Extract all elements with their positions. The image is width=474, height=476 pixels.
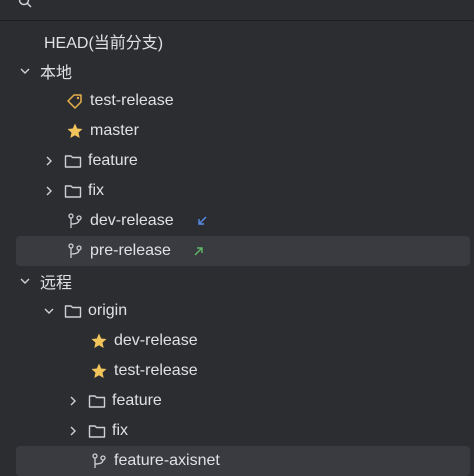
star-icon bbox=[90, 332, 108, 350]
local-branch-master[interactable]: master bbox=[0, 116, 474, 146]
incoming-arrow-icon bbox=[196, 215, 208, 227]
star-icon bbox=[66, 122, 84, 140]
local-branch-test-release[interactable]: test-release bbox=[0, 86, 474, 116]
remote-branch-feature-axisnet[interactable]: feature-axisnet bbox=[0, 446, 474, 476]
local-folder-feature[interactable]: feature bbox=[0, 146, 474, 176]
remote-origin[interactable]: origin bbox=[0, 296, 474, 326]
remote-folder-fix[interactable]: fix bbox=[0, 416, 474, 446]
branch-label: pre-release bbox=[90, 242, 171, 259]
chevron-right-icon[interactable] bbox=[42, 184, 56, 198]
chevron-down-icon[interactable] bbox=[42, 304, 56, 318]
toolbar bbox=[0, 0, 474, 21]
branch-icon bbox=[66, 212, 84, 230]
search-icon[interactable] bbox=[18, 0, 32, 8]
branch-label: feature-axisnet bbox=[114, 452, 220, 469]
folder-label: fix bbox=[112, 422, 128, 439]
chevron-down-icon[interactable] bbox=[18, 64, 32, 78]
folder-icon bbox=[64, 302, 82, 320]
local-folder-fix[interactable]: fix bbox=[0, 176, 474, 206]
branch-icon bbox=[90, 452, 108, 470]
branch-label: dev-release bbox=[90, 212, 174, 229]
folder-icon bbox=[64, 182, 82, 200]
chevron-down-icon[interactable] bbox=[18, 274, 32, 288]
folder-icon bbox=[88, 392, 106, 410]
remote-group[interactable]: 远程 bbox=[0, 266, 474, 296]
local-branch-dev-release[interactable]: dev-release bbox=[0, 206, 474, 236]
remote-branch-test-release[interactable]: test-release bbox=[0, 356, 474, 386]
remote-branch-dev-release[interactable]: dev-release bbox=[0, 326, 474, 356]
folder-label: feature bbox=[112, 392, 162, 409]
local-group[interactable]: 本地 bbox=[0, 56, 474, 86]
local-group-label: 本地 bbox=[40, 65, 73, 82]
branch-label: test-release bbox=[90, 92, 174, 109]
folder-label: feature bbox=[88, 152, 138, 169]
chevron-right-icon[interactable] bbox=[42, 154, 56, 168]
remote-group-label: 远程 bbox=[40, 275, 73, 292]
tag-icon bbox=[66, 92, 84, 110]
star-icon bbox=[90, 362, 108, 380]
remote-folder-feature[interactable]: feature bbox=[0, 386, 474, 416]
chevron-right-icon[interactable] bbox=[66, 424, 80, 438]
branch-label: dev-release bbox=[114, 332, 198, 349]
local-branch-pre-release[interactable]: pre-release bbox=[0, 236, 474, 266]
outgoing-arrow-icon bbox=[193, 245, 205, 257]
branch-label: test-release bbox=[114, 362, 198, 379]
head-label: HEAD(当前分支) bbox=[44, 35, 164, 52]
folder-label: fix bbox=[88, 182, 104, 199]
folder-icon bbox=[64, 152, 82, 170]
remote-origin-label: origin bbox=[88, 302, 128, 319]
head-item[interactable]: HEAD(当前分支) bbox=[0, 26, 474, 56]
branch-tree: HEAD(当前分支) 本地 test-release master featur… bbox=[0, 26, 474, 476]
branch-label: master bbox=[90, 122, 139, 139]
chevron-right-icon[interactable] bbox=[66, 394, 80, 408]
folder-icon bbox=[88, 422, 106, 440]
branch-icon bbox=[66, 242, 84, 260]
